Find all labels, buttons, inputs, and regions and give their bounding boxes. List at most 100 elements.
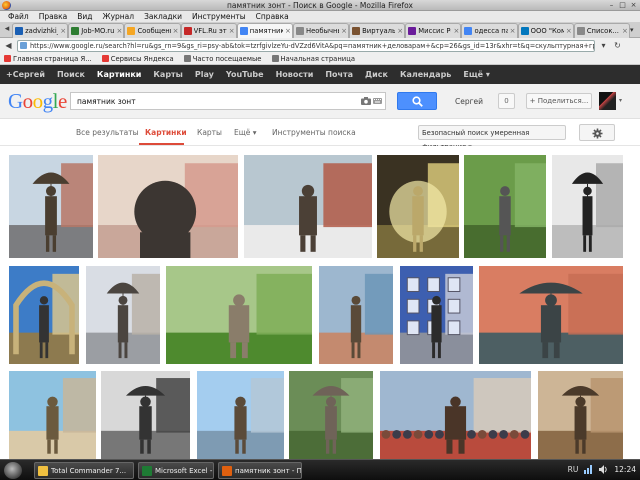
tab-scroll-left-icon[interactable]: ◂ xyxy=(2,22,12,36)
tab-more[interactable]: Ещё ▾ xyxy=(234,128,257,137)
image-thumbnail[interactable] xyxy=(86,266,160,364)
tab-close-icon[interactable]: × xyxy=(510,27,517,35)
tab-close-icon[interactable]: × xyxy=(397,27,404,35)
image-thumbnail[interactable] xyxy=(552,155,623,258)
menu-bookmarks[interactable]: Закладки xyxy=(139,11,187,22)
language-indicator[interactable]: RU xyxy=(568,465,579,474)
image-thumbnail[interactable] xyxy=(377,155,459,258)
browser-tab[interactable]: VFL.Ru это, ...× xyxy=(180,23,237,38)
image-thumbnail[interactable] xyxy=(400,266,473,364)
image-thumbnail[interactable] xyxy=(9,155,93,258)
close-window-button[interactable]: × xyxy=(629,1,638,9)
google-bar-link[interactable]: YouTube xyxy=(226,70,264,79)
browser-tab[interactable]: ООО "Комп...× xyxy=(517,23,574,38)
browser-tab[interactable]: Job-MO.ru ...× xyxy=(68,23,125,38)
tab-list-icon[interactable]: ▾ xyxy=(630,22,640,37)
avatar[interactable] xyxy=(599,92,616,110)
keyboard-icon[interactable] xyxy=(373,97,382,105)
title-bar[interactable]: памятник зонт - Поиск в Google - Mozilla… xyxy=(0,0,640,11)
image-thumbnail[interactable] xyxy=(9,371,96,459)
image-thumbnail[interactable] xyxy=(380,371,531,459)
search-tools-button[interactable]: Инструменты поиска xyxy=(272,128,356,137)
safe-search-dropdown[interactable]: Безопасный поиск умеренная фильтрация ▾ xyxy=(418,125,566,151)
google-bar-link[interactable]: Поиск xyxy=(57,70,85,79)
image-thumbnail[interactable] xyxy=(289,371,373,459)
search-query[interactable]: памятник зонт xyxy=(77,97,136,106)
tab-close-icon[interactable]: × xyxy=(173,27,180,35)
taskbar-task[interactable]: Total Commander 7... xyxy=(34,462,134,479)
google-bar-link[interactable]: Почта xyxy=(325,70,353,79)
menu-edit[interactable]: Правка xyxy=(34,11,73,22)
browser-tab[interactable]: Сообщение...× xyxy=(124,23,181,38)
tab-close-icon[interactable]: × xyxy=(285,27,292,35)
tab-close-icon[interactable]: × xyxy=(229,27,236,35)
image-thumbnail[interactable] xyxy=(244,155,372,258)
menu-file[interactable]: Файл xyxy=(3,11,34,22)
image-thumbnail[interactable] xyxy=(197,371,284,459)
browser-tab[interactable]: zadvizhki_30...× xyxy=(12,23,69,38)
tab-close-icon[interactable]: × xyxy=(60,27,67,35)
menu-help[interactable]: Справка xyxy=(251,11,294,22)
menu-tools[interactable]: Инструменты xyxy=(187,11,251,22)
tab-close-icon[interactable]: × xyxy=(566,27,573,35)
google-bar-link[interactable]: Карты xyxy=(153,70,183,79)
start-button[interactable] xyxy=(4,462,22,479)
tab-images[interactable]: Картинки xyxy=(145,128,187,137)
google-bar-link[interactable]: Диск xyxy=(365,70,388,79)
google-logo[interactable]: Google xyxy=(8,89,67,114)
menu-history[interactable]: Журнал xyxy=(98,11,140,22)
browser-tab[interactable]: памятник ...× xyxy=(236,23,293,38)
dropdown-arrow-icon[interactable]: ▾ xyxy=(598,40,609,51)
windows-taskbar: RU 12:24 Total Commander 7... Microsoft E… xyxy=(0,459,640,480)
tab-close-icon[interactable]: × xyxy=(453,27,460,35)
browser-tab[interactable]: Виртуально...× xyxy=(349,23,406,38)
taskbar-task[interactable]: памятник зонт - П... xyxy=(218,462,302,479)
browser-tab[interactable]: Миссис Рос...× xyxy=(405,23,462,38)
search-button[interactable] xyxy=(397,92,437,110)
site-identity-icon[interactable] xyxy=(20,42,27,49)
volume-icon[interactable] xyxy=(599,465,608,474)
url-text[interactable]: https://www.google.ru/search?hl=ru&gs_rn… xyxy=(30,42,594,50)
tab-all-results[interactable]: Все результаты xyxy=(76,128,139,137)
google-bar-link[interactable]: Ещё ▾ xyxy=(463,70,490,79)
google-bar-link[interactable]: Play xyxy=(195,70,214,79)
chevron-down-icon[interactable]: ▾ xyxy=(619,97,622,104)
browser-tab[interactable]: Список... × xyxy=(573,23,630,38)
reload-icon[interactable]: ↻ xyxy=(612,40,623,51)
maximize-button[interactable]: □ xyxy=(618,1,627,9)
image-thumbnail[interactable] xyxy=(98,155,238,258)
taskbar-task[interactable]: Microsoft Excel - Та... xyxy=(138,462,214,479)
bookmark-item[interactable]: Часто посещаемые xyxy=(183,53,262,64)
notifications-button[interactable]: 0 xyxy=(498,93,515,109)
search-input[interactable]: памятник зонт xyxy=(70,92,386,110)
tab-close-icon[interactable]: × xyxy=(116,27,123,35)
url-bar[interactable]: https://www.google.ru/search?hl=ru&gs_rn… xyxy=(17,39,595,52)
image-thumbnail[interactable] xyxy=(101,371,190,459)
tab-close-icon[interactable]: × xyxy=(622,27,629,35)
image-thumbnail[interactable] xyxy=(479,266,623,364)
google-bar-link[interactable]: Картинки xyxy=(97,70,141,79)
google-bar-link[interactable]: +Сергей xyxy=(6,70,45,79)
bookmark-item[interactable]: Начальная страница xyxy=(271,53,355,64)
google-bar-link[interactable]: Календарь xyxy=(400,70,451,79)
image-thumbnail[interactable] xyxy=(464,155,546,258)
image-thumbnail[interactable] xyxy=(166,266,312,364)
settings-button[interactable] xyxy=(579,124,615,141)
browser-tab[interactable]: Необычные...× xyxy=(292,23,350,38)
image-thumbnail[interactable] xyxy=(319,266,393,364)
network-icon[interactable] xyxy=(584,465,593,474)
image-thumbnail[interactable] xyxy=(9,266,79,364)
bookmark-item[interactable]: Сервисы Яндекса xyxy=(101,53,174,64)
browser-tab[interactable]: одесса пам...× xyxy=(461,23,518,38)
share-button[interactable]: + Поделиться... xyxy=(526,93,592,109)
google-bar-link[interactable]: Новости xyxy=(276,70,314,79)
menu-view[interactable]: Вид xyxy=(72,11,97,22)
tab-maps[interactable]: Карты xyxy=(197,128,222,137)
camera-icon[interactable] xyxy=(361,97,371,105)
minimize-button[interactable]: – xyxy=(607,1,616,9)
user-name[interactable]: Сергей xyxy=(455,97,483,106)
tab-close-icon[interactable]: × xyxy=(341,27,348,35)
image-thumbnail[interactable] xyxy=(538,371,623,459)
bookmark-item[interactable]: Главная страница Я... xyxy=(4,53,92,64)
back-arrow-icon[interactable]: ◀ xyxy=(3,40,14,51)
